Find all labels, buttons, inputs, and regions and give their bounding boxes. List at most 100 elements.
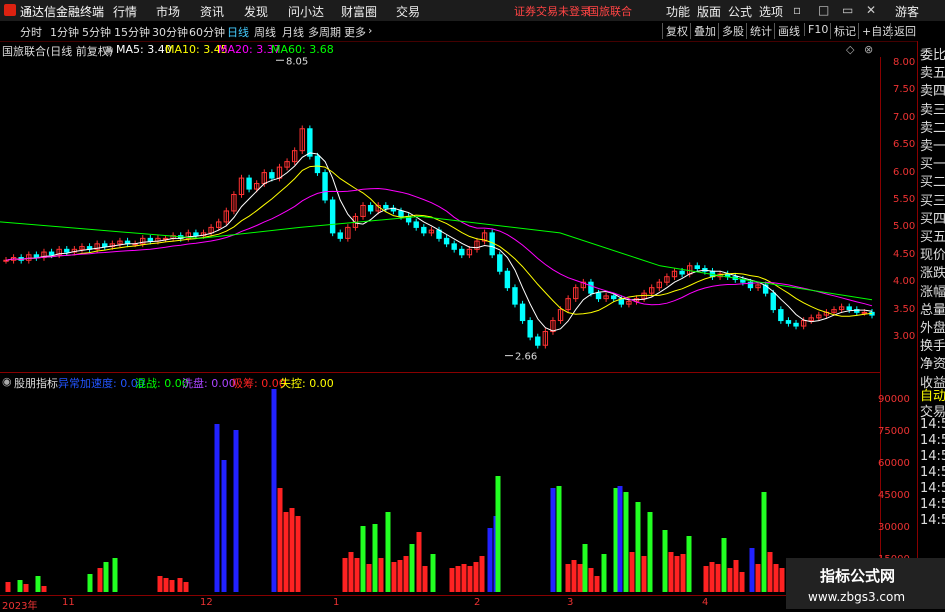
indicator-bar bbox=[749, 548, 755, 592]
tf-15min[interactable]: 15分钟 bbox=[114, 24, 150, 40]
quote-field-11: 现价 bbox=[920, 248, 945, 264]
indicator-tick-label: 30000 bbox=[878, 522, 910, 533]
indicator-bar bbox=[755, 564, 761, 592]
minimize-icon[interactable]: ▫ bbox=[793, 3, 801, 17]
trade-login-status[interactable]: 证券交易未登录 bbox=[514, 3, 591, 19]
price-tick-label: 5.00 bbox=[893, 221, 916, 233]
trade-tick-6: 14:56 bbox=[920, 481, 945, 496]
btn-overlay[interactable]: 叠加 bbox=[690, 23, 716, 39]
quote-field-15: 外盘 bbox=[920, 321, 945, 336]
candle-body bbox=[314, 155, 321, 174]
candle-body bbox=[527, 320, 533, 338]
indicator-bar bbox=[35, 576, 41, 592]
indicator-bar bbox=[556, 486, 562, 592]
btn-adjust[interactable]: 复权 bbox=[662, 23, 688, 39]
indicator-bar bbox=[289, 508, 295, 592]
diamond-icon[interactable]: ◇ bbox=[846, 43, 854, 56]
menu-ask[interactable]: 问小达 bbox=[288, 3, 324, 20]
indicator-bar bbox=[5, 582, 11, 592]
menu-market[interactable]: 市场 bbox=[156, 3, 180, 20]
watermark-url: www.zbgs3.com bbox=[808, 590, 906, 604]
close-icon[interactable]: ✕ bbox=[866, 3, 876, 17]
indicator-bar bbox=[467, 566, 473, 592]
indicator-bar bbox=[41, 586, 47, 592]
btn-draw[interactable]: 画线 bbox=[774, 23, 800, 39]
btn-add-watchlist[interactable]: +自选 bbox=[858, 23, 893, 39]
indicator-bar bbox=[479, 556, 485, 592]
indicator-bar bbox=[473, 562, 479, 592]
indicator-bar bbox=[283, 512, 289, 592]
indicator-bar bbox=[721, 538, 727, 592]
indicator-bar bbox=[662, 530, 668, 592]
indicator-toggle-icon[interactable]: ◉ bbox=[2, 375, 12, 388]
quote-field-9: 买四 bbox=[920, 211, 945, 227]
candle-body bbox=[33, 254, 40, 259]
indicator-bar bbox=[271, 389, 277, 592]
price-low-label: 2.66 bbox=[515, 352, 537, 363]
indicator-tick-label: 90000 bbox=[878, 394, 910, 405]
x-axis-line bbox=[0, 595, 880, 596]
indicator-bar bbox=[372, 524, 378, 592]
indicator-bar bbox=[641, 556, 647, 592]
tf-60min[interactable]: 60分钟 bbox=[189, 24, 225, 40]
quote-field-13: 涨幅 bbox=[920, 284, 945, 300]
tf-weekly[interactable]: 周线 bbox=[254, 24, 276, 40]
indicator-bar bbox=[416, 532, 422, 592]
menu-functions[interactable]: 功能 bbox=[666, 3, 690, 20]
user-label[interactable]: 游客 bbox=[895, 3, 919, 20]
menu-wealth[interactable]: 财富圈 bbox=[341, 3, 377, 20]
btn-stats[interactable]: 统计 bbox=[746, 23, 772, 39]
candle-body bbox=[595, 292, 602, 300]
indicator-bar bbox=[686, 536, 692, 592]
indicator-bar bbox=[647, 512, 653, 592]
tf-more[interactable]: 更多 bbox=[344, 24, 366, 40]
btn-back[interactable]: 返回 bbox=[890, 23, 916, 39]
candle-body bbox=[785, 320, 792, 324]
restore-icon[interactable]: □ bbox=[818, 3, 829, 17]
tf-intraday[interactable]: 分时 bbox=[20, 24, 42, 40]
menu-discover[interactable]: 发现 bbox=[244, 3, 268, 20]
price-tick-label: 4.00 bbox=[893, 276, 916, 288]
price-tick-label: 3.50 bbox=[893, 303, 916, 315]
chevron-right-icon[interactable]: › bbox=[368, 24, 372, 37]
ma5-line bbox=[5, 152, 873, 332]
btn-multi-stock[interactable]: 多股 bbox=[718, 23, 744, 39]
tf-30min[interactable]: 30分钟 bbox=[152, 24, 188, 40]
menu-layout[interactable]: 版面 bbox=[697, 3, 721, 20]
menu-news[interactable]: 资讯 bbox=[200, 3, 224, 20]
tf-monthly[interactable]: 月线 bbox=[282, 24, 304, 40]
indicator-bar bbox=[409, 544, 415, 592]
settings-dot-icon[interactable]: ◉ bbox=[104, 43, 114, 56]
menu-options[interactable]: 选项 bbox=[759, 3, 783, 20]
quote-field-17: 净资 bbox=[920, 357, 945, 373]
btn-f10[interactable]: F10 bbox=[804, 23, 828, 36]
price-tick-label: 6.00 bbox=[893, 166, 916, 178]
candle-body bbox=[535, 336, 541, 346]
close-panel-icon[interactable]: ⊗ bbox=[864, 43, 873, 56]
indicator-bar bbox=[461, 564, 467, 592]
menu-formula[interactable]: 公式 bbox=[728, 3, 752, 20]
maximize-icon[interactable]: ▭ bbox=[842, 3, 853, 17]
menu-quotes[interactable]: 行情 bbox=[113, 3, 137, 20]
tf-5min[interactable]: 5分钟 bbox=[82, 24, 111, 40]
watermark-title: 指标公式网 bbox=[820, 567, 896, 585]
candle-body bbox=[793, 322, 799, 327]
btn-mark[interactable]: 标记 bbox=[830, 23, 856, 39]
candle-body bbox=[459, 248, 465, 256]
indicator-bar bbox=[354, 558, 360, 592]
ma20-line bbox=[5, 187, 873, 307]
indicator-bar bbox=[773, 564, 779, 592]
tf-multi[interactable]: 多周期 bbox=[308, 24, 341, 40]
quote-field-5: 卖一 bbox=[920, 139, 945, 154]
quote-field-0: 委比 bbox=[920, 48, 945, 63]
indicator-tick-label: 60000 bbox=[878, 458, 910, 469]
menu-trade[interactable]: 交易 bbox=[396, 3, 420, 20]
indicator-header: ◉ 股朋指标 异常加速度: 0.00 混战: 0.00 洗盘: 0.00 吸筹:… bbox=[0, 372, 880, 390]
indicator-bar bbox=[360, 526, 366, 592]
candle-body bbox=[588, 281, 594, 294]
indicator-bar bbox=[550, 488, 556, 592]
tf-1min[interactable]: 1分钟 bbox=[50, 24, 79, 40]
indicator-bar bbox=[779, 568, 785, 592]
menu-bar: 通达信金融终端 行情 市场 资讯 发现 问小达 财富圈 交易 证券交易未登录 国… bbox=[0, 0, 945, 22]
tf-daily[interactable]: 日线 bbox=[227, 24, 249, 40]
